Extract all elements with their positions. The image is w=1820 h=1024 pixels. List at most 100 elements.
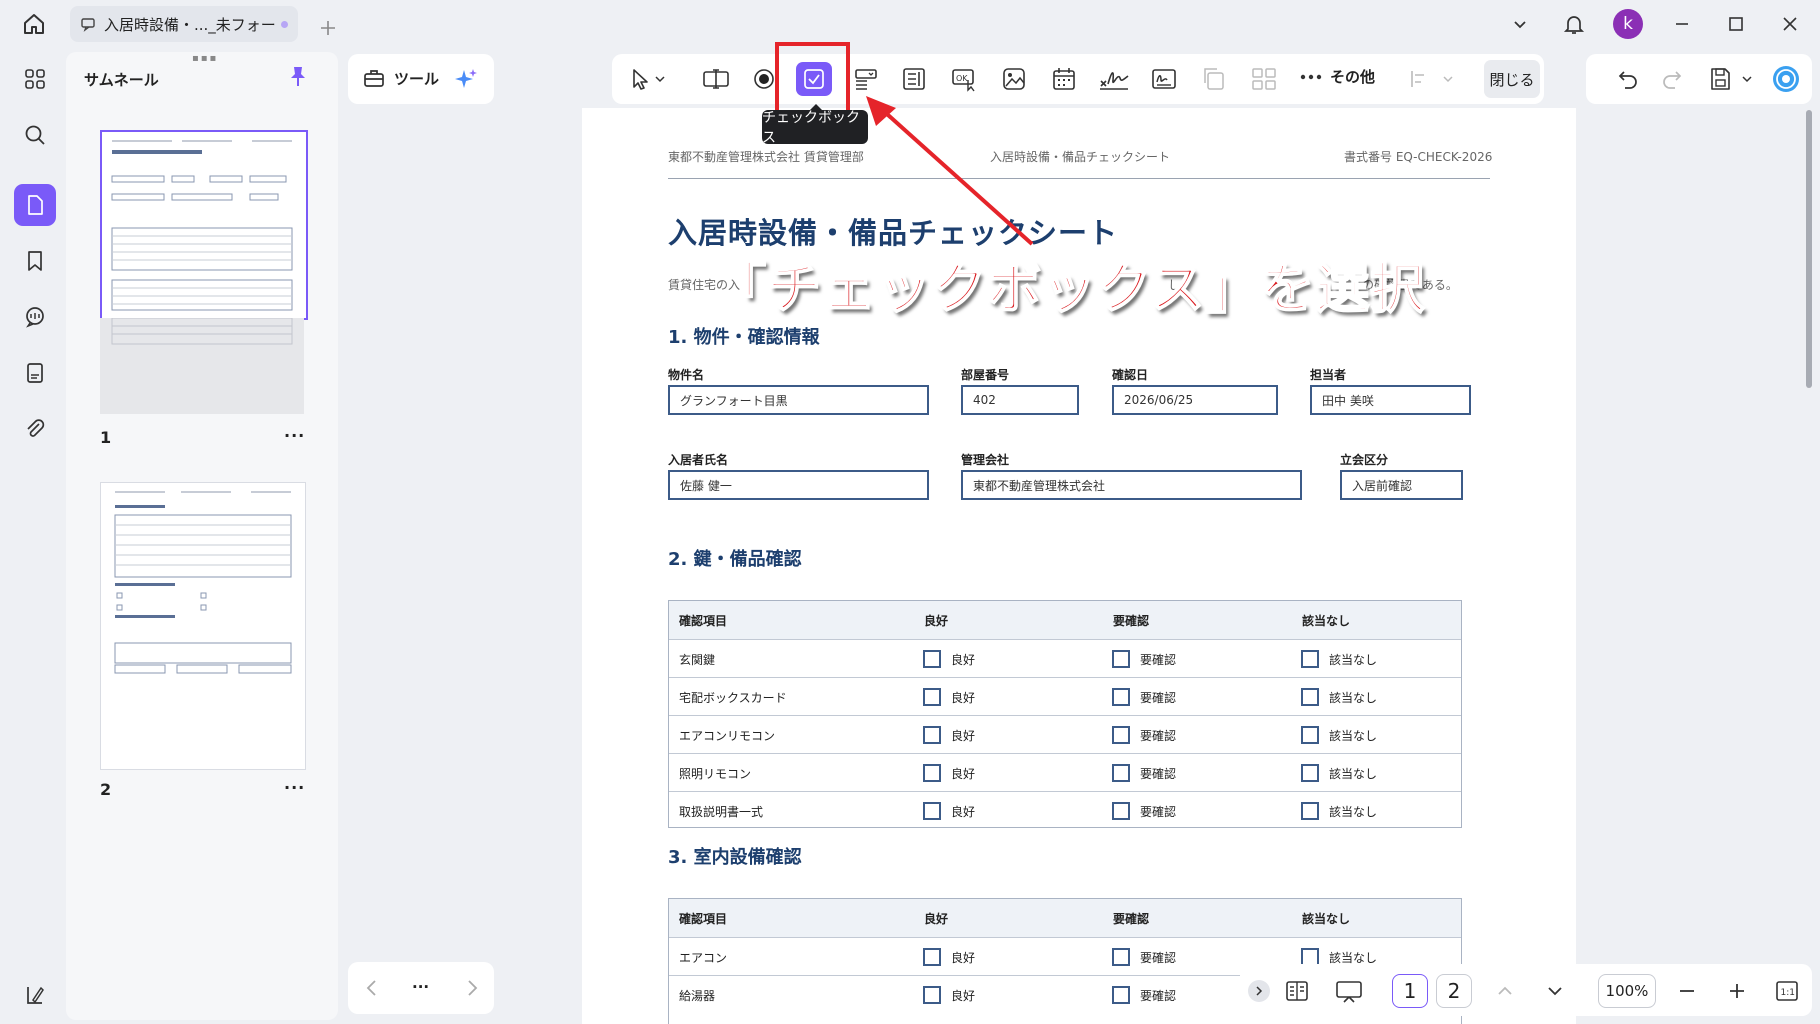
checkbox-na[interactable] bbox=[1301, 802, 1319, 820]
option-label: 該当なし bbox=[1329, 766, 1378, 781]
checkbox-good[interactable] bbox=[923, 688, 941, 706]
thumbnail-page-2[interactable] bbox=[100, 482, 306, 770]
zoom-out-icon[interactable] bbox=[1676, 980, 1698, 1002]
tools-button[interactable]: ツール bbox=[362, 66, 439, 90]
date-field-tool[interactable] bbox=[1046, 62, 1082, 96]
text-field-tool[interactable] bbox=[698, 62, 734, 96]
field-staff[interactable]: 田中 美咲 bbox=[1310, 385, 1471, 415]
chevron-down-icon[interactable] bbox=[1544, 980, 1566, 1002]
maximize-icon[interactable] bbox=[1714, 2, 1758, 46]
checkbox-good[interactable] bbox=[923, 948, 941, 966]
minimize-icon[interactable] bbox=[1660, 2, 1704, 46]
checkbox-good[interactable] bbox=[923, 650, 941, 668]
checkbox-good[interactable] bbox=[923, 802, 941, 820]
unsaved-dot bbox=[281, 20, 288, 28]
page-2-more-button[interactable]: ··· bbox=[284, 778, 305, 797]
arrange-tool bbox=[1246, 62, 1282, 96]
chevron-up-icon bbox=[1494, 980, 1516, 1002]
option-label: 該当なし bbox=[1329, 728, 1378, 743]
field-room-number[interactable]: 402 bbox=[961, 385, 1079, 415]
option-label: 良好 bbox=[951, 950, 976, 965]
actual-size-icon[interactable]: 1:1 bbox=[1774, 978, 1800, 1004]
col-header-na: 該当なし bbox=[1302, 911, 1351, 926]
align-tool bbox=[1404, 62, 1458, 96]
field-property-name[interactable]: グランフォート目黒 bbox=[668, 385, 929, 415]
checkbox-na[interactable] bbox=[1301, 764, 1319, 782]
checkbox-check[interactable] bbox=[1112, 764, 1130, 782]
checkbox-good[interactable] bbox=[923, 986, 941, 1004]
field-management-company[interactable]: 東都不動産管理株式会社 bbox=[961, 470, 1302, 500]
page-1-more-button[interactable]: ··· bbox=[284, 426, 305, 445]
left-rail bbox=[4, 54, 64, 1020]
undo-icon[interactable] bbox=[1610, 62, 1646, 96]
signature-tool[interactable] bbox=[1096, 62, 1132, 96]
table-keys-equipment: 確認項目 良好 要確認 該当なし 玄関鍵 良好 要確認 該当なし 宅配ボックスカ… bbox=[668, 600, 1462, 828]
checkbox-check[interactable] bbox=[1112, 650, 1130, 668]
field-label-inspection-type: 立会区分 bbox=[1340, 453, 1389, 467]
list-box-tool[interactable] bbox=[896, 62, 932, 96]
more-tools-button[interactable]: その他 bbox=[1300, 66, 1375, 87]
chevron-down-icon[interactable] bbox=[1498, 2, 1542, 46]
new-tab-icon[interactable] bbox=[306, 6, 350, 50]
page-nav-ellipsis[interactable]: ··· bbox=[412, 978, 429, 996]
dropdown-tool[interactable] bbox=[848, 62, 884, 96]
collapse-chevron-icon[interactable] bbox=[1248, 980, 1270, 1002]
tools-label: ツール bbox=[394, 69, 440, 88]
comment-list-icon[interactable] bbox=[14, 296, 56, 338]
field-inspection-type[interactable]: 入居前確認 bbox=[1340, 470, 1463, 500]
redo-icon bbox=[1654, 62, 1690, 96]
bell-icon[interactable] bbox=[1552, 2, 1596, 46]
zoom-level[interactable]: 100% bbox=[1598, 974, 1656, 1008]
document-tab[interactable]: 入居時設備・..._未フォーム bbox=[70, 6, 298, 42]
col-header-item: 確認項目 bbox=[679, 911, 728, 926]
checkbox-check[interactable] bbox=[1112, 948, 1130, 966]
checkbox-tooltip: チェックボックス bbox=[762, 104, 868, 146]
page-layout-icon[interactable] bbox=[1284, 978, 1310, 1004]
apps-icon[interactable] bbox=[14, 58, 56, 100]
sidebar-settings-icon[interactable] bbox=[14, 974, 56, 1016]
table-row: 宅配ボックスカード 良好 要確認 該当なし bbox=[669, 677, 1461, 716]
option-label: 該当なし bbox=[1329, 690, 1378, 705]
drag-handle[interactable]: ▪▪▪ bbox=[192, 53, 218, 64]
thumbnails-icon[interactable] bbox=[14, 184, 56, 226]
checkbox-na[interactable] bbox=[1301, 650, 1319, 668]
checkbox-na[interactable] bbox=[1301, 688, 1319, 706]
col-header-check: 要確認 bbox=[1113, 613, 1150, 628]
save-icon[interactable] bbox=[1706, 62, 1758, 96]
checkbox-good[interactable] bbox=[923, 764, 941, 782]
checkbox-check[interactable] bbox=[1112, 802, 1130, 820]
select-tool[interactable] bbox=[622, 62, 674, 96]
field-check-date[interactable]: 2026/06/25 bbox=[1112, 385, 1278, 415]
close-form-mode-button[interactable]: 閉じる bbox=[1484, 60, 1540, 98]
page-button-2[interactable]: 2 bbox=[1436, 974, 1472, 1008]
ai-assistant-icon[interactable] bbox=[1768, 62, 1804, 96]
checkbox-good[interactable] bbox=[923, 726, 941, 744]
search-icon[interactable] bbox=[14, 114, 56, 156]
page-button-1[interactable]: 1 bbox=[1392, 974, 1428, 1008]
checkbox-check[interactable] bbox=[1112, 986, 1130, 1004]
paperclip-icon[interactable] bbox=[14, 408, 56, 450]
close-icon[interactable] bbox=[1768, 2, 1812, 46]
checkbox-na[interactable] bbox=[1301, 726, 1319, 744]
vertical-scrollbar[interactable] bbox=[1806, 110, 1812, 388]
zoom-in-icon[interactable] bbox=[1726, 980, 1748, 1002]
button-tool[interactable]: OK bbox=[946, 62, 982, 96]
avatar[interactable]: k bbox=[1613, 9, 1643, 39]
presentation-icon[interactable] bbox=[1334, 978, 1364, 1004]
bookmark-icon[interactable] bbox=[14, 240, 56, 282]
checkbox-check[interactable] bbox=[1112, 726, 1130, 744]
chevron-right-icon[interactable] bbox=[462, 976, 482, 1000]
image-field-tool[interactable] bbox=[996, 62, 1032, 96]
chevron-left-icon[interactable] bbox=[362, 976, 382, 1000]
thumbnail-page-1[interactable] bbox=[100, 130, 308, 320]
ai-sparkle-icon[interactable] bbox=[452, 66, 480, 94]
row-item-label: 給湯器 bbox=[679, 988, 716, 1003]
attachment-doc-icon[interactable] bbox=[14, 352, 56, 394]
checkbox-check[interactable] bbox=[1112, 688, 1130, 706]
pin-icon[interactable] bbox=[286, 64, 310, 88]
digital-signature-tool[interactable] bbox=[1146, 62, 1182, 96]
home-icon[interactable] bbox=[12, 2, 56, 46]
field-tenant-name[interactable]: 佐藤 健一 bbox=[668, 470, 929, 500]
row-item-label: 取扱説明書一式 bbox=[679, 804, 764, 819]
option-label: 良好 bbox=[951, 804, 976, 819]
